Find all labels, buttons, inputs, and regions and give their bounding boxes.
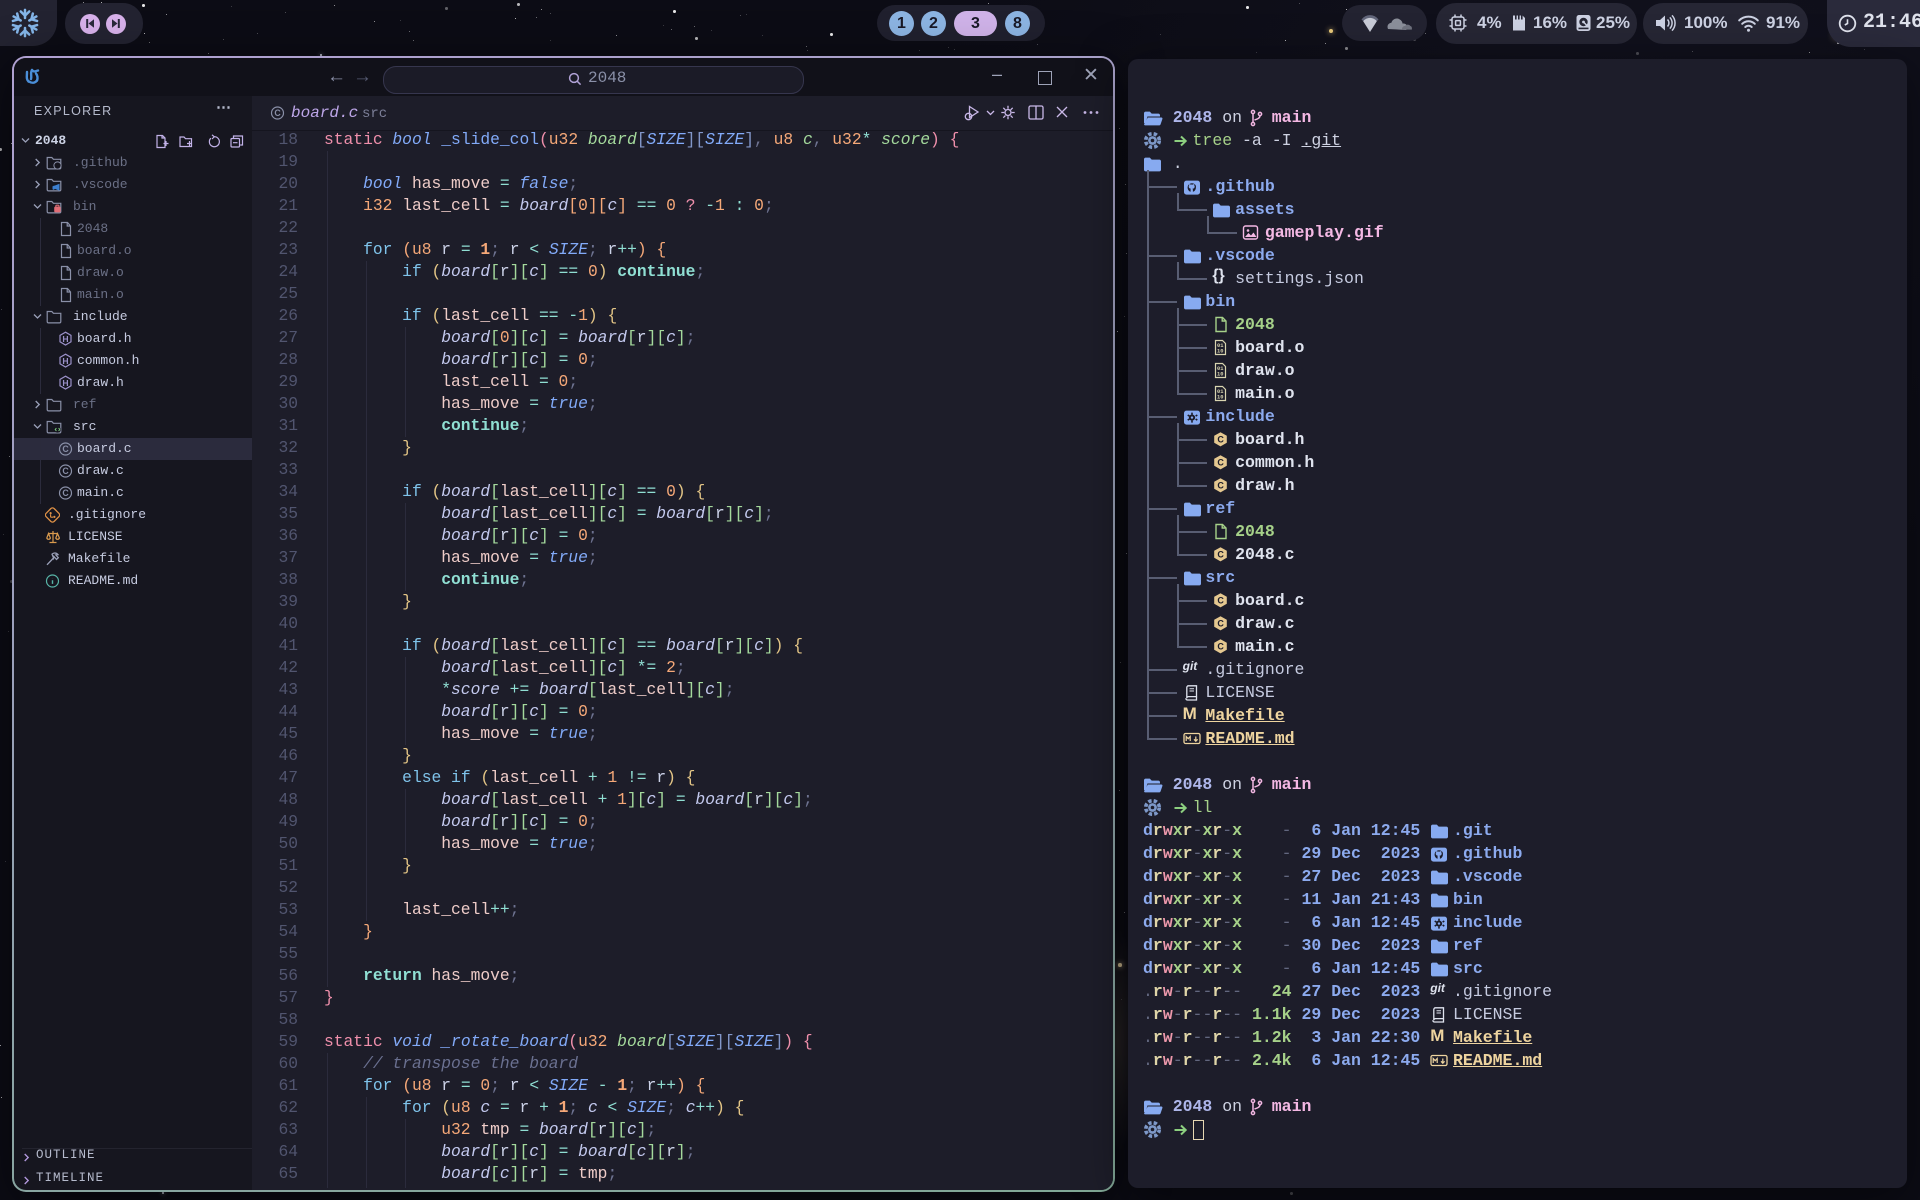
svg-text:H: H [62, 356, 68, 366]
svg-text:C: C [62, 444, 69, 454]
svg-text:C: C [62, 488, 69, 498]
svg-text:C: C [62, 466, 69, 476]
svg-text:H: H [62, 378, 68, 388]
svg-text:H: H [62, 334, 68, 344]
svg-text:C: C [274, 108, 281, 118]
